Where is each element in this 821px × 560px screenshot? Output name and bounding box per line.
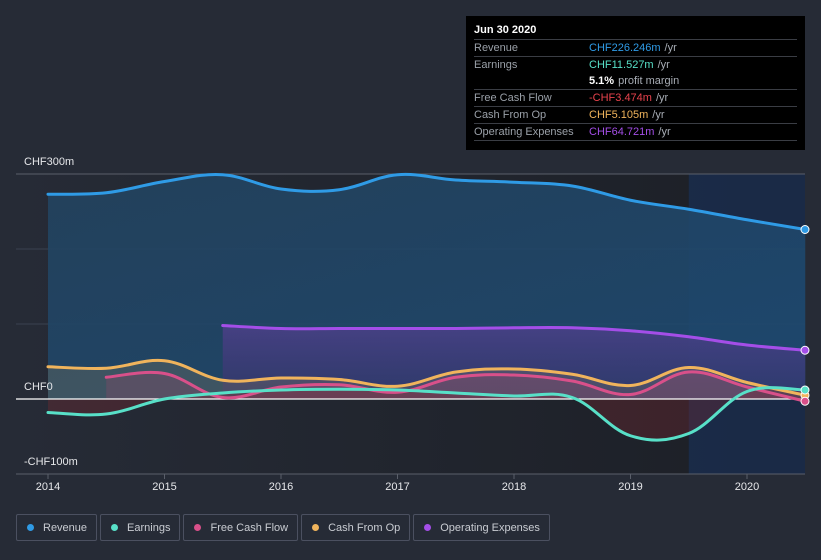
- y-tick-label: CHF300m: [24, 156, 75, 168]
- legend-dot-icon: [194, 524, 202, 531]
- legend-item-free-cash-flow[interactable]: Free Cash Flow: [183, 514, 299, 541]
- tooltip-row: Cash From Op CHF5.105m/yr: [474, 107, 797, 124]
- legend-item-earnings[interactable]: Earnings: [100, 514, 181, 541]
- x-tick-label: 2018: [501, 481, 527, 493]
- tooltip-row-label: Cash From Op: [474, 109, 547, 121]
- tooltip-row-unit: profit margin: [618, 75, 680, 87]
- tooltip-row-unit: /yr: [658, 126, 671, 138]
- x-tick-label: 2015: [152, 481, 177, 493]
- legend-label: Free Cash Flow: [210, 521, 289, 534]
- tooltip-row: Free Cash Flow -CHF3.474m/yr: [474, 90, 797, 107]
- tooltip-row-value: 5.1%: [589, 75, 615, 87]
- x-tick-label: 2020: [734, 481, 760, 493]
- tooltip-row: 5.1% profit margin: [474, 73, 797, 90]
- tooltip-row-value: CHF11.527m: [589, 59, 654, 71]
- x-tick-label: 2019: [618, 481, 643, 493]
- earnings-endpoint[interactable]: [800, 385, 810, 395]
- x-tick-label: 2016: [268, 481, 294, 493]
- tooltip-row-unit: /yr: [652, 109, 665, 121]
- legend-dot-icon: [424, 524, 432, 531]
- tooltip-row: Revenue CHF226.246m/yr: [474, 40, 797, 57]
- tooltip-row-unit: /yr: [655, 92, 669, 104]
- legend-item-cash-from-op[interactable]: Cash From Op: [301, 514, 411, 541]
- legend-item-operating-expenses[interactable]: Operating Expenses: [413, 514, 550, 541]
- legend-label: Revenue: [43, 521, 88, 534]
- legend: Revenue Earnings Free Cash Flow Cash From O…: [16, 514, 550, 541]
- tooltip-row-label: Free Cash Flow: [474, 92, 552, 104]
- legend-label: Earnings: [127, 521, 171, 534]
- revenue-endpoint[interactable]: [800, 225, 810, 234]
- legend-label: Operating Expenses: [440, 521, 540, 534]
- tooltip-row-label: Revenue: [474, 42, 519, 54]
- tooltip-panel: Jun 30 2020 Revenue CHF226.246m/yr Earning…: [466, 16, 805, 150]
- tooltip-row: Operating Expenses CHF64.721m/yr: [474, 124, 797, 141]
- tooltip-row-value: CHF226.246m: [589, 42, 661, 54]
- tooltip-row-label: Earnings: [474, 59, 518, 71]
- tooltip-row: Earnings CHF11.527m/yr: [474, 57, 797, 73]
- x-tick-label: 2014: [35, 481, 61, 493]
- tooltip-row-unit: /yr: [657, 59, 670, 71]
- free-cash-flow-endpoint[interactable]: [800, 396, 810, 406]
- legend-label: Cash From Op: [328, 521, 401, 534]
- legend-dot-icon: [111, 524, 119, 531]
- legend-dot-icon: [27, 524, 34, 531]
- tooltip-row-unit: /yr: [664, 42, 677, 54]
- tooltip-row-value: CHF64.721m: [589, 126, 655, 138]
- tooltip-row-value: CHF5.105m: [589, 109, 649, 121]
- y-tick-label: -CHF100m: [24, 456, 78, 468]
- operating-expenses-endpoint[interactable]: [800, 345, 810, 355]
- tooltip-row-label: [474, 73, 589, 89]
- tooltip-date: Jun 30 2020: [474, 22, 797, 40]
- tooltip-row-value: -CHF3.474m: [589, 92, 652, 104]
- tooltip-row-label: Operating Expenses: [474, 126, 574, 138]
- y-tick-label: CHF0: [24, 381, 53, 393]
- x-tick-label: 2017: [385, 481, 410, 493]
- legend-item-revenue[interactable]: Revenue: [16, 514, 98, 541]
- legend-dot-icon: [312, 524, 320, 531]
- x-ticks: [47, 474, 748, 479]
